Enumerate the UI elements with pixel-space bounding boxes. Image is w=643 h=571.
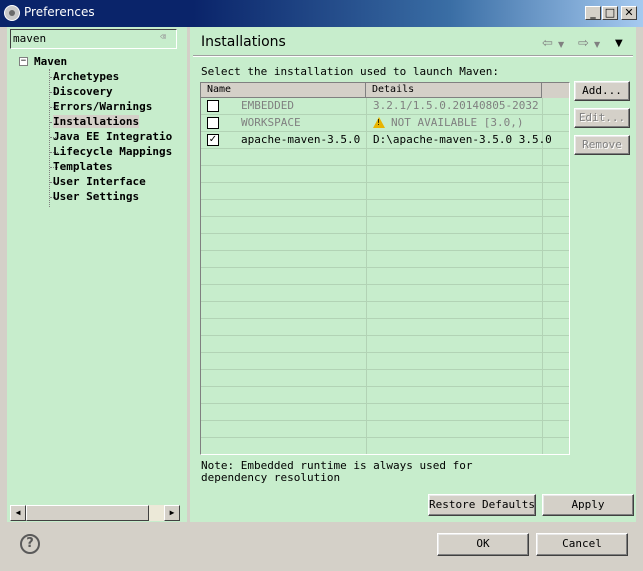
tree-item-lifecycle-mappings[interactable]: Lifecycle Mappings — [53, 145, 172, 158]
column-header-name[interactable]: Name — [201, 83, 366, 98]
tree-item-java-ee-integration[interactable]: Java EE Integratio — [53, 130, 172, 143]
forward-arrow-icon[interactable]: ⇨ — [578, 36, 589, 51]
table-row[interactable]: ✓ apache-maven-3.5.0 D:\apache-maven-3.5… — [201, 132, 569, 149]
add-button[interactable]: Add... — [574, 81, 630, 101]
tree-item-archetypes[interactable]: Archetypes — [53, 70, 119, 83]
table-row[interactable]: WORKSPACE NOT AVAILABLE [3.0,) — [201, 115, 569, 132]
edit-button[interactable]: Edit... — [574, 108, 630, 128]
scroll-thumb[interactable] — [26, 505, 149, 521]
instruction-text: Select the installation used to launch M… — [201, 65, 500, 78]
horizontal-scrollbar[interactable]: ◀ ▶ — [10, 505, 180, 521]
empty-row — [201, 200, 569, 217]
empty-row — [201, 421, 569, 438]
scroll-right-icon[interactable]: ▶ — [164, 505, 180, 521]
forward-dropdown-icon[interactable]: ▼ — [594, 40, 600, 49]
page-title: Installations — [201, 34, 286, 50]
installations-table[interactable]: Name Details EMBEDDED 3.2.1/1.5.0.201408… — [200, 82, 570, 455]
remove-button[interactable]: Remove — [574, 135, 630, 155]
empty-row — [201, 404, 569, 421]
embedded-runtime-note: Note: Embedded runtime is always used fo… — [201, 459, 473, 484]
empty-row — [201, 183, 569, 200]
row-checkbox[interactable] — [207, 100, 219, 112]
minimize-button[interactable]: _ — [585, 6, 601, 20]
scroll-left-icon[interactable]: ◀ — [10, 505, 26, 521]
header-separator — [193, 55, 633, 57]
column-header-details[interactable]: Details — [366, 83, 542, 98]
empty-row — [201, 149, 569, 166]
empty-row — [201, 353, 569, 370]
help-icon[interactable]: ? — [20, 534, 40, 554]
installation-details: NOT AVAILABLE [3.0,) — [391, 116, 524, 129]
preferences-window: Preferences _ □ ✕ ⌫ − Maven Archetypes D… — [0, 0, 643, 571]
row-checkbox[interactable] — [207, 117, 219, 129]
preference-tree-panel: ⌫ − Maven Archetypes Discovery Errors/Wa… — [7, 27, 187, 522]
collapse-icon[interactable]: − — [19, 57, 28, 66]
tree-item-discovery[interactable]: Discovery — [53, 85, 113, 98]
row-checkbox-checked[interactable]: ✓ — [207, 134, 219, 146]
empty-row — [201, 387, 569, 404]
tree-item-errors-warnings[interactable]: Errors/Warnings — [53, 100, 152, 113]
tree-item-installations[interactable]: Installations — [53, 115, 140, 128]
empty-row — [201, 268, 569, 285]
empty-row — [201, 285, 569, 302]
back-dropdown-icon[interactable]: ▼ — [558, 40, 564, 49]
installation-name: EMBEDDED — [241, 99, 294, 112]
installation-name: WORKSPACE — [241, 116, 301, 129]
empty-row — [201, 302, 569, 319]
filter-input[interactable] — [13, 32, 153, 45]
empty-row — [201, 166, 569, 183]
view-menu-icon[interactable]: ▼ — [615, 38, 623, 49]
tree-connector — [49, 69, 50, 207]
cancel-button[interactable]: Cancel — [536, 533, 628, 556]
empty-row — [201, 234, 569, 251]
tree-item-user-interface[interactable]: User Interface — [53, 175, 146, 188]
restore-defaults-button[interactable]: Restore Defaults — [428, 494, 536, 516]
installation-name: apache-maven-3.5.0 — [241, 133, 361, 146]
back-arrow-icon[interactable]: ⇦ — [542, 36, 553, 51]
table-row[interactable]: EMBEDDED 3.2.1/1.5.0.20140805-2032 — [201, 98, 569, 115]
table-header: Name Details — [201, 83, 569, 98]
tree-item-templates[interactable]: Templates — [53, 160, 113, 173]
window-title: Preferences — [24, 5, 95, 19]
empty-row — [201, 336, 569, 353]
empty-row — [201, 319, 569, 336]
ok-button[interactable]: OK — [437, 533, 529, 556]
empty-row — [201, 370, 569, 387]
filter-field[interactable]: ⌫ — [10, 29, 177, 49]
close-button[interactable]: ✕ — [621, 6, 637, 20]
installation-details: 3.2.1/1.5.0.20140805-2032 — [373, 99, 539, 112]
apply-button[interactable]: Apply — [542, 494, 634, 516]
warning-icon — [373, 117, 385, 128]
empty-row — [201, 217, 569, 234]
empty-row — [201, 251, 569, 268]
installations-page: Installations ⇦ ▼ ⇨ ▼ ▼ Select the insta… — [190, 27, 636, 522]
eclipse-icon — [4, 5, 20, 21]
clear-filter-icon[interactable]: ⌫ — [160, 32, 172, 44]
tree-item-maven[interactable]: Maven — [34, 55, 67, 68]
installation-details: D:\apache-maven-3.5.0 3.5.0 — [373, 133, 552, 146]
tree-item-user-settings[interactable]: User Settings — [53, 190, 139, 203]
maximize-button[interactable]: □ — [602, 6, 618, 20]
title-bar[interactable]: Preferences _ □ ✕ — [0, 0, 643, 27]
